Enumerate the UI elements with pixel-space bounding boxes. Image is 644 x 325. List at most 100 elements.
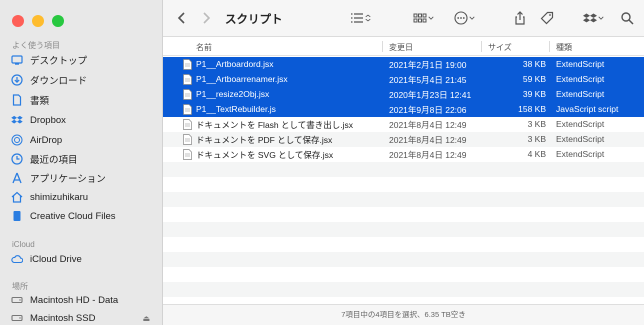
disk-icon (10, 311, 24, 325)
sidebar-item-label: Creative Cloud Files (30, 210, 116, 222)
dropbox-icon (10, 113, 24, 127)
action-button[interactable] (454, 10, 476, 26)
sidebar: よく使う項目 デスクトップ ダウンロード 書類 Dropbox AirDrop … (0, 0, 163, 325)
view-list-button[interactable] (350, 10, 372, 26)
toolbar: スクリプト (163, 0, 644, 37)
zoom-window-button[interactable] (52, 15, 64, 27)
forward-button[interactable] (199, 10, 213, 26)
file-icon (10, 209, 24, 223)
column-divider[interactable] (549, 41, 550, 52)
column-divider[interactable] (481, 41, 482, 52)
eject-icon[interactable]: ⏏ (142, 314, 150, 323)
list-view-icon (351, 13, 363, 23)
empty-row (163, 162, 644, 177)
sidebar-item-label: shimizuhikaru (30, 191, 89, 203)
file-name: P1__Artboardord.jsx (196, 59, 274, 69)
chevron-right-icon (203, 12, 211, 24)
script-file-icon (183, 59, 192, 70)
sidebar-item-label: AirDrop (30, 134, 63, 146)
file-date: 2021年9月8日 22:06 (389, 105, 467, 115)
column-header-size[interactable]: サイズ (488, 42, 512, 53)
file-row[interactable]: P1__Artboarrenamer.jsx 2021年5月4日 21:45 5… (163, 72, 644, 87)
file-kind: ExtendScript (556, 119, 605, 129)
file-kind: ExtendScript (556, 134, 605, 144)
sidebar-item-recents[interactable]: 最近の項目 (10, 150, 158, 168)
sidebar-item-documents[interactable]: 書類 (10, 91, 158, 109)
back-button[interactable] (175, 10, 189, 26)
file-size: 158 KB (518, 104, 546, 114)
empty-row (163, 177, 644, 192)
file-kind: JavaScript script (556, 104, 619, 114)
file-date: 2021年8月4日 12:49 (389, 135, 467, 145)
close-window-button[interactable] (12, 15, 24, 27)
script-file-icon (183, 119, 192, 130)
file-kind: ExtendScript (556, 74, 605, 84)
window-title: スクリプト (225, 14, 283, 26)
window-controls (12, 15, 64, 27)
file-row[interactable]: P1__TextRebuilder.js 2021年9月8日 22:06 158… (163, 102, 644, 117)
cloud-icon (10, 252, 24, 266)
favorites-header: よく使う項目 (12, 41, 60, 50)
sidebar-item-airdrop[interactable]: AirDrop (10, 131, 158, 149)
tag-button[interactable] (540, 10, 554, 26)
sidebar-item-applications[interactable]: アプリケーション (10, 169, 158, 187)
file-list: P1__Artboardord.jsx 2021年2月1日 19:00 38 K… (163, 57, 644, 297)
file-name: P1__resize2Obj.jsx (196, 89, 270, 99)
updown-chevron-icon (365, 14, 371, 22)
file-name: P1__Artboarrenamer.jsx (196, 74, 288, 84)
icloud-header: iCloud (12, 240, 35, 249)
column-header-kind[interactable]: 種類 (556, 42, 572, 53)
chevron-down-icon (428, 16, 434, 20)
file-kind: ExtendScript (556, 59, 605, 69)
search-icon (621, 12, 634, 25)
sidebar-item-label: デスクトップ (30, 56, 88, 67)
file-row[interactable]: ドキュメントを SVG として保存.jsx 2021年8月4日 12:49 4 … (163, 147, 644, 162)
empty-row (163, 192, 644, 207)
tag-icon (540, 11, 554, 25)
script-file-icon (183, 104, 192, 115)
clock-icon (10, 152, 24, 166)
column-header-name[interactable]: 名前 (196, 42, 212, 53)
search-button[interactable] (620, 10, 634, 26)
sidebar-item-label: Macintosh SSD (30, 312, 96, 324)
sidebar-item-macintosh-ssd[interactable]: Macintosh SSD ⏏ (10, 309, 158, 325)
file-name: ドキュメントを SVG として保存.jsx (196, 150, 334, 160)
file-date: 2021年2月1日 19:00 (389, 60, 467, 70)
column-header-row: 名前 変更日 サイズ 種類 (163, 37, 644, 56)
empty-row (163, 237, 644, 252)
file-row[interactable]: P1__resize2Obj.jsx 2020年1月23日 12:41 39 K… (163, 87, 644, 102)
empty-row (163, 222, 644, 237)
sidebar-item-dropbox[interactable]: Dropbox (10, 111, 158, 129)
status-bar: 7項目中の4項目を選択、6.35 TB空き (163, 304, 644, 325)
share-button[interactable] (513, 10, 527, 26)
file-row[interactable]: P1__Artboardord.jsx 2021年2月1日 19:00 38 K… (163, 57, 644, 72)
sidebar-item-home[interactable]: shimizuhikaru (10, 188, 158, 206)
sidebar-item-icloud-drive[interactable]: iCloud Drive (10, 250, 158, 268)
sidebar-item-creative-cloud[interactable]: Creative Cloud Files (10, 207, 158, 225)
grid-icon (413, 13, 427, 23)
file-kind: ExtendScript (556, 89, 605, 99)
dropbox-button[interactable] (583, 10, 605, 26)
sidebar-item-label: 最近の項目 (30, 155, 78, 166)
group-button[interactable] (413, 10, 435, 26)
sidebar-item-label: ダウンロード (30, 76, 88, 87)
file-date: 2020年1月23日 12:41 (389, 90, 472, 100)
sidebar-item-label: Macintosh HD - Data (30, 294, 119, 306)
script-file-icon (183, 74, 192, 85)
sidebar-item-label: 書類 (30, 96, 50, 107)
file-row[interactable]: ドキュメントを Flash として書き出し.jsx 2021年8月4日 12:4… (163, 117, 644, 132)
file-row[interactable]: ドキュメントを PDF として保存.jsx 2021年8月4日 12:49 3 … (163, 132, 644, 147)
file-name: ドキュメントを PDF として保存.jsx (196, 135, 333, 145)
file-name: ドキュメントを Flash として書き出し.jsx (196, 120, 354, 130)
sidebar-item-downloads[interactable]: ダウンロード (10, 71, 158, 89)
sidebar-item-label: アプリケーション (30, 174, 106, 185)
column-header-date[interactable]: 変更日 (389, 42, 413, 53)
sidebar-item-macintosh-hd[interactable]: Macintosh HD - Data (10, 291, 158, 309)
desktop-icon (10, 53, 24, 67)
minimize-window-button[interactable] (32, 15, 44, 27)
empty-row (163, 282, 644, 297)
column-divider[interactable] (382, 41, 383, 52)
empty-row (163, 267, 644, 282)
file-size: 4 KB (527, 149, 546, 159)
sidebar-item-desktop[interactable]: デスクトップ (10, 51, 158, 69)
